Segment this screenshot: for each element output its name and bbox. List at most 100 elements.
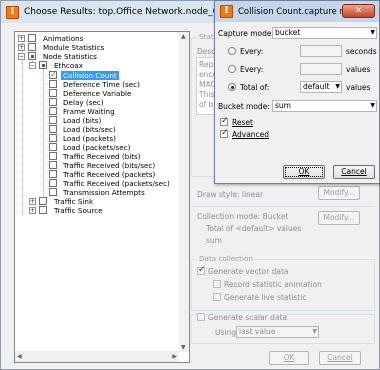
total-of-select[interactable]: default ▼ — [300, 81, 342, 93]
every-seconds-label: Every: — [240, 47, 264, 56]
checkbox-icon[interactable] — [28, 34, 36, 42]
collapse-icon[interactable]: − — [18, 53, 25, 60]
checkbox-icon[interactable] — [49, 89, 57, 97]
chevron-down-icon: ▼ — [370, 29, 375, 36]
checkbox-icon[interactable] — [49, 188, 57, 196]
tree-item-label: Traffic Received (packets/sec) — [63, 179, 170, 188]
tree-vertical-scrollbar[interactable]: ▲ ▼ — [179, 32, 189, 352]
total-of-label: Total of <default> values — [206, 224, 302, 233]
capture-mode-label: Capture mode: — [218, 29, 275, 38]
capture-mode-value: bucket — [275, 28, 301, 37]
tree-item-label: Load (packets) — [63, 134, 116, 143]
cancel-label: Cancel — [327, 353, 353, 362]
tree-item-label: Traffic Received (packets) — [63, 170, 156, 179]
generate-scalar-label: Generate scalar data — [208, 313, 288, 322]
tree-item-label: Animations — [43, 34, 84, 43]
record-animation-label: Record statistic animation — [224, 280, 322, 289]
using-select-value: last value — [239, 327, 276, 336]
tree-item-label: Transmission Attempts — [63, 188, 145, 197]
app-icon: I — [220, 5, 233, 18]
tree-item-label: Deference Time (sec) — [63, 80, 140, 89]
dialog-cancel-button[interactable]: Cancel — [333, 165, 375, 179]
checkbox-icon[interactable] — [28, 52, 36, 60]
bucket-mode-select[interactable]: sum ▼ — [272, 100, 377, 112]
checkbox-icon[interactable] — [49, 80, 57, 88]
seconds-unit-label: seconds — [346, 47, 377, 56]
dialog-titlebar[interactable]: I Collision Count.capture mode ✕ — [215, 1, 379, 22]
tree-item-label: Load (bits/sec) — [63, 125, 116, 134]
checkbox-icon[interactable] — [49, 107, 57, 115]
tree-horizontal-scrollbar[interactable]: ◀ ▶ — [15, 351, 179, 362]
dialog-ok-button[interactable]: OK — [283, 165, 325, 179]
checkbox-icon[interactable] — [49, 143, 57, 151]
record-animation-checkbox[interactable] — [213, 280, 221, 288]
generate-scalar-checkbox[interactable] — [197, 313, 205, 321]
checkbox-icon[interactable] — [49, 170, 57, 178]
tree-item-label: Collision Count — [61, 71, 119, 80]
statistics-tree[interactable]: + Animations + Module Statistics − Node … — [14, 31, 190, 363]
window-title: Choose Results: top.Office Network.node_… — [24, 7, 219, 17]
tree-item-label: Traffic Source — [54, 206, 103, 215]
tree-item-label: Traffic Sink — [54, 197, 94, 206]
expand-icon[interactable]: + — [18, 35, 25, 42]
tree-item-label: Frame Waiting — [63, 107, 115, 116]
checkbox-icon[interactable] — [49, 125, 57, 133]
checkbox-icon[interactable] — [49, 116, 57, 124]
checkbox-icon[interactable] — [39, 206, 47, 214]
every-values-radio[interactable] — [228, 65, 236, 73]
scroll-down-icon[interactable]: ▼ — [181, 344, 186, 351]
checkbox-icon[interactable] — [49, 98, 57, 106]
data-collection-title: Data collection — [197, 254, 255, 263]
capture-mode-select[interactable]: bucket ▼ — [272, 27, 377, 39]
draw-style-label: Draw style: linear — [197, 190, 264, 199]
checkbox-icon[interactable] — [39, 197, 47, 205]
every-seconds-radio[interactable] — [228, 47, 236, 55]
scroll-left-icon[interactable]: ◀ — [17, 353, 22, 360]
checkbox-icon[interactable] — [39, 61, 47, 69]
tree-item-label: Traffic Received (bits) — [63, 152, 141, 161]
checkbox-icon[interactable] — [49, 134, 57, 142]
dialog-ok-label: OK — [298, 167, 310, 176]
tree-item-label: Ethcoax — [54, 61, 83, 70]
checkbox-icon[interactable] — [49, 179, 57, 187]
description-line: This — [199, 90, 215, 99]
cancel-button[interactable]: Cancel — [319, 351, 361, 365]
checkbox-icon[interactable]: ✓ — [49, 70, 57, 79]
close-button[interactable]: ✕ — [342, 4, 375, 18]
using-label: Using — [215, 328, 236, 337]
checkbox-icon[interactable] — [49, 161, 57, 169]
description-line: of b — [199, 100, 214, 109]
app-icon: I — [6, 5, 19, 19]
tree-item-label: Load (bits) — [63, 116, 102, 125]
reset-checkbox[interactable] — [220, 116, 229, 126]
chevron-down-icon: ▼ — [370, 102, 375, 109]
scroll-up-icon[interactable]: ▲ — [181, 33, 186, 40]
scroll-right-icon[interactable]: ▶ — [172, 353, 177, 360]
generate-live-checkbox[interactable] — [213, 293, 221, 301]
tree-item-label: Delay (sec) — [63, 98, 104, 107]
checkbox-icon[interactable] — [49, 152, 57, 160]
capture-mode-dialog: I Collision Count.capture mode ✕ Capture… — [214, 0, 380, 184]
using-select[interactable]: last value ▼ — [236, 326, 319, 338]
expand-icon[interactable]: + — [18, 44, 25, 51]
collapse-icon[interactable]: − — [29, 62, 36, 69]
every-values-field[interactable] — [300, 63, 342, 75]
every-seconds-field[interactable] — [300, 45, 342, 57]
total-of-radio[interactable] — [228, 83, 236, 91]
advanced-checkbox[interactable] — [220, 128, 229, 138]
chevron-down-icon: ▼ — [335, 83, 340, 90]
expand-icon[interactable]: + — [29, 207, 36, 214]
bucket-mode-label: Bucket mode: — [218, 102, 270, 111]
ok-button[interactable]: OK — [269, 351, 309, 365]
ok-label: OK — [283, 353, 295, 362]
expand-icon[interactable]: + — [29, 198, 36, 205]
checkbox-icon[interactable] — [28, 43, 36, 51]
dialog-cancel-label: Cancel — [341, 167, 367, 176]
modify-collection-button[interactable]: Modify... — [318, 211, 360, 225]
modify-draw-style-button[interactable]: Modify... — [318, 186, 360, 200]
tree-item-label: Module Statistics — [43, 43, 105, 52]
generate-vector-checkbox[interactable] — [197, 265, 206, 275]
tree-item-label: Node Statistics — [43, 52, 97, 61]
total-of-value: default — [303, 82, 330, 91]
tree-item-label: Deference Variable — [63, 89, 132, 98]
